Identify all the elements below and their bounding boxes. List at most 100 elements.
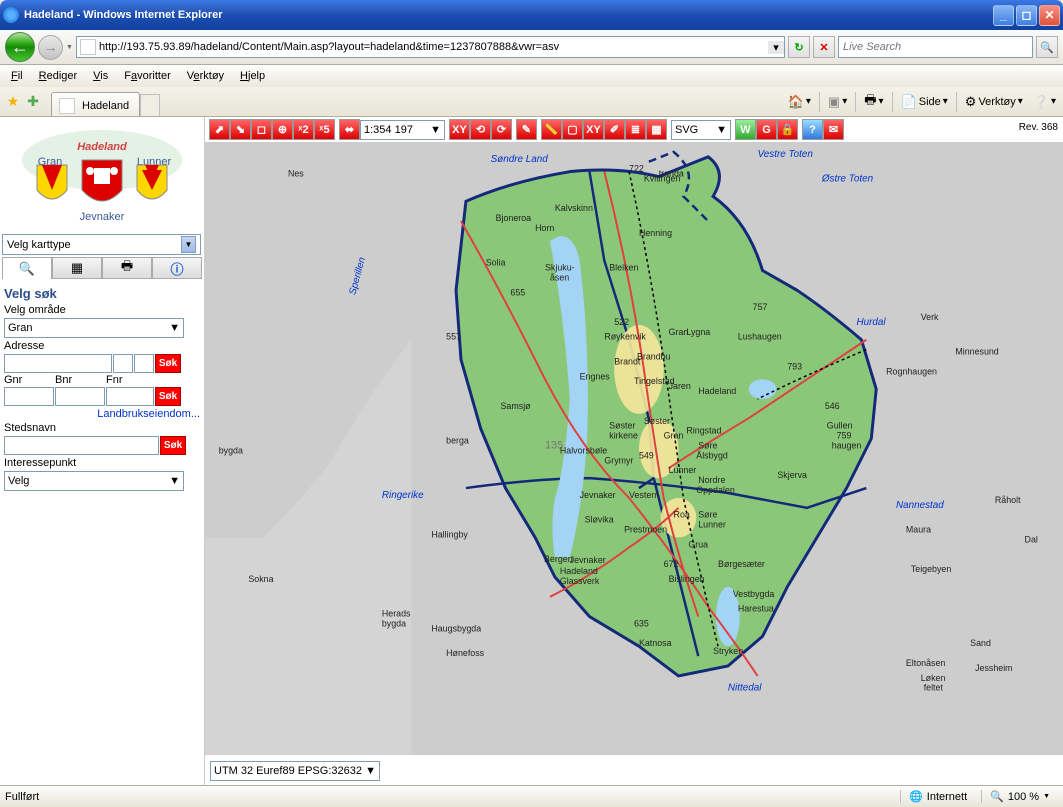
address-letter-input[interactable] [134,354,154,373]
svg-text:Glassverk: Glassverk [560,576,600,586]
gnr-input[interactable] [4,387,54,406]
map-type-select[interactable]: Velg karttype ▼ [2,234,201,255]
tool-area[interactable]: ▢ [562,119,583,140]
tools-button[interactable]: ⚙Verktøy ▾ [961,92,1027,112]
feeds-button[interactable]: ▣▾ [824,92,851,112]
svg-text:feltet: feltet [924,683,944,693]
map-canvas[interactable]: Sperillen [205,142,1063,755]
refresh-button[interactable]: ↻ [788,36,810,58]
svg-text:Roa: Roa [674,510,690,520]
svg-text:Østre Toten: Østre Toten [821,174,874,185]
svg-text:Kalvskinn: Kalvskinn [555,203,593,213]
tool-full-extent[interactable]: ⊕ [272,119,293,140]
search-input[interactable] [839,41,1032,53]
format-select[interactable]: SVG ▼ [671,120,731,140]
tool-redo[interactable]: ⟳ [491,119,512,140]
back-button[interactable]: ← [5,32,35,62]
tool-x2[interactable]: ˣ2 [293,119,314,140]
tab-print[interactable]: 🖶 [102,257,152,279]
tool-xy[interactable]: XY [449,119,470,140]
help-dropdown[interactable]: ❔▾ [1029,92,1060,112]
svg-text:tranda: tranda [659,169,684,179]
svg-text:Solia: Solia [486,258,506,268]
tool-zoom-window[interactable]: ◻ [251,119,272,140]
svg-text:Bjoneroa: Bjoneroa [496,213,532,223]
svg-text:Jaren: Jaren [669,381,691,391]
tab-layers[interactable]: ▦ [52,257,102,279]
placename-search-button[interactable]: Søk [160,436,186,455]
svg-text:635: 635 [634,618,649,628]
forward-button[interactable]: → [38,35,63,60]
tool-copy-xy[interactable]: XY [583,119,604,140]
svg-text:bygda: bygda [382,618,406,628]
tool-sketch[interactable]: ✐ [604,119,625,140]
tool-wms[interactable]: W [735,119,756,140]
close-button[interactable]: ✕ [1039,5,1060,26]
maximize-button[interactable]: ◻ [1016,5,1037,26]
svg-text:Hadeland: Hadeland [560,566,598,576]
svg-text:Hadeland: Hadeland [77,141,127,153]
svg-text:bygda: bygda [219,445,243,455]
tool-grid[interactable]: ▦ [646,119,667,140]
tool-layers[interactable]: ≣ [625,119,646,140]
ie-utils: 🏠▾ ▣▾ 🖶▾ 📄Side ▾ ⚙Verktøy ▾ ❔▾ [784,89,1060,115]
tool-zoom-out[interactable]: ⬊ [230,119,251,140]
tab-search[interactable]: 🔍 [2,257,52,279]
gnr-search-button[interactable]: Søk [155,387,181,406]
url-dropdown-icon[interactable]: ▾ [768,41,784,54]
placename-input[interactable] [4,436,159,455]
svg-text:Harestua: Harestua [738,604,774,614]
tool-zoom-in[interactable]: ⬈ [209,119,230,140]
address-street-input[interactable] [4,354,112,373]
menu-favorites[interactable]: Favoritter [118,68,176,84]
tool-help[interactable]: ? [802,119,823,140]
browser-tab[interactable]: Hadeland [51,92,140,116]
home-button[interactable]: 🏠▾ [784,92,815,112]
svg-text:Samsjø: Samsjø [501,401,532,411]
page-button[interactable]: 📄Side ▾ [897,92,952,112]
search-button[interactable]: 🔍 [1036,36,1058,58]
minimize-button[interactable]: _ [993,5,1014,26]
menu-view[interactable]: Vis [87,68,114,84]
menu-help[interactable]: Hjelp [234,68,271,84]
tab-info[interactable]: ⓘ [152,257,202,279]
print-button[interactable]: 🖶▾ [860,89,887,115]
svg-text:Gran: Gran [664,431,684,441]
tool-edit[interactable]: ✎ [516,119,537,140]
area-select[interactable]: Gran ▼ [4,318,184,338]
address-num-input[interactable] [113,354,133,373]
status-zoom[interactable]: 🔍 100 % ▼ [981,790,1058,803]
svg-text:Gullen: Gullen [827,421,853,431]
menu-tools[interactable]: Verktøy [181,68,230,84]
tool-measure[interactable]: 📏 [541,119,562,140]
favorites-icon[interactable]: ★ [3,92,23,112]
menu-file[interactable]: Fil [5,68,29,84]
tool-mail[interactable]: ✉ [823,119,844,140]
placename-label: Stedsnavn [4,422,200,434]
svg-text:757: 757 [753,302,768,312]
search-box[interactable] [838,36,1033,58]
svg-text:655: 655 [510,287,525,297]
svg-text:Oppdalen: Oppdalen [696,485,735,495]
bnr-input[interactable] [55,387,105,406]
tool-gab[interactable]: G [756,119,777,140]
gnr-label: Gnr [4,374,54,386]
menu-edit[interactable]: Rediger [33,68,84,84]
tool-pan[interactable]: ⬌ [339,119,360,140]
tool-x5[interactable]: ˣ5 [314,119,335,140]
scale-select[interactable]: 1:354 197 ▼ [360,120,445,140]
address-search-button[interactable]: Søk [155,354,181,373]
svg-text:Råholt: Råholt [995,495,1021,505]
address-bar[interactable]: http://193.75.93.89/hadeland/Content/Mai… [76,36,785,58]
stop-button[interactable]: ✕ [813,36,835,58]
url-text: http://193.75.93.89/hadeland/Content/Mai… [99,41,768,53]
fnr-input[interactable] [106,387,154,406]
add-favorite-icon[interactable]: ✚ [23,92,43,112]
tool-refresh[interactable]: ⟲ [470,119,491,140]
new-tab-button[interactable] [140,94,160,116]
tool-lock[interactable]: 🔒 [777,119,798,140]
poi-select[interactable]: Velg ▼ [4,471,184,491]
svg-text:berga: berga [446,436,469,446]
landbruks-link[interactable]: Landbrukseiendom... [4,408,200,420]
projection-select[interactable]: UTM 32 Euref89 EPSG:32632 ▼ [210,761,380,781]
